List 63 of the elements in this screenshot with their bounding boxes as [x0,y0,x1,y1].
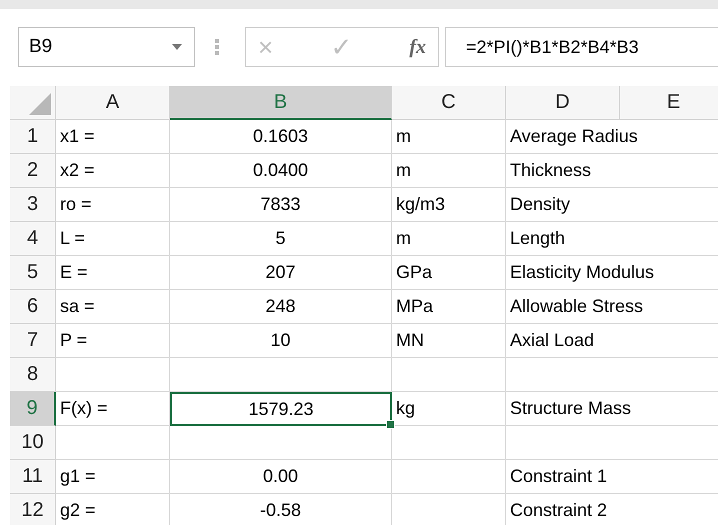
row-header[interactable]: 8 [10,358,56,392]
table-cell: g1 = [56,460,170,494]
row-header[interactable]: 12 [10,494,56,525]
table-cell: MPa [392,290,506,324]
table-cell: 0.1603 [170,120,392,154]
column-header[interactable]: D [506,86,620,120]
table-cell: 248 [170,290,392,324]
table-cell: Elasticity Modulus [506,256,718,290]
table-cell: sa = [56,290,170,324]
table-cell: Allowable Stress [506,290,718,324]
table-cell: GPa [392,256,506,290]
table-cell: 207 [170,256,392,290]
column-header[interactable]: B [170,86,392,120]
table-cell: Constraint 1 [506,460,718,494]
table-cell: P = [56,324,170,358]
table-cell: 7833 [170,188,392,222]
table-cell: Average Radius [506,120,718,154]
row-header[interactable]: 7 [10,324,56,358]
grip-icon [215,39,219,55]
fill-handle[interactable] [386,420,395,429]
table-cell: Axial Load [506,324,718,358]
table-cell: L = [56,222,170,256]
row-header[interactable]: 5 [10,256,56,290]
cell-reference: B9 [29,36,52,58]
table-cell: 10 [170,324,392,358]
table-cell: m [392,222,506,256]
row-header[interactable]: 1 [10,120,56,154]
active-cell[interactable]: 1579.23 [170,392,392,426]
table-cell: Length [506,222,718,256]
table-cell: m [392,154,506,188]
table-cell: MN [392,324,506,358]
table-cell: Density [506,188,718,222]
row-header[interactable]: 4 [10,222,56,256]
table-cell: Constraint 2 [506,494,718,525]
row-header[interactable]: 9 [10,392,56,426]
name-box[interactable]: B9 [18,27,195,67]
row-header[interactable]: 2 [10,154,56,188]
table-cell: 0.0400 [170,154,392,188]
select-all-icon [29,93,51,115]
table-cell: E = [56,256,170,290]
table-cell: ro = [56,188,170,222]
table-cell: x1 = [56,120,170,154]
table-cell: kg/m3 [392,188,506,222]
column-header[interactable]: A [56,86,170,120]
table-cell: 0.00 [170,460,392,494]
table-cell: x2 = [56,154,170,188]
table-cell: F(x) = [56,392,170,426]
column-header[interactable]: E [620,86,718,120]
table-cell: g2 = [56,494,170,525]
row-header[interactable]: 10 [10,426,56,460]
table-cell: kg [392,392,506,426]
formula-field[interactable]: =2*PI()*B1*B2*B4*B3 [445,27,718,67]
table-cell: Structure Mass [506,392,718,426]
column-header[interactable]: C [392,86,506,120]
insert-function-button[interactable]: fx [409,37,426,57]
row-header[interactable]: 3 [10,188,56,222]
table-cell: Thickness [506,154,718,188]
table-cell: 5 [170,222,392,256]
row-header[interactable]: 6 [10,290,56,324]
row-header[interactable]: 11 [10,460,56,494]
caret-icon [172,44,182,50]
table-cell: m [392,120,506,154]
table-cell: -0.58 [170,494,392,525]
